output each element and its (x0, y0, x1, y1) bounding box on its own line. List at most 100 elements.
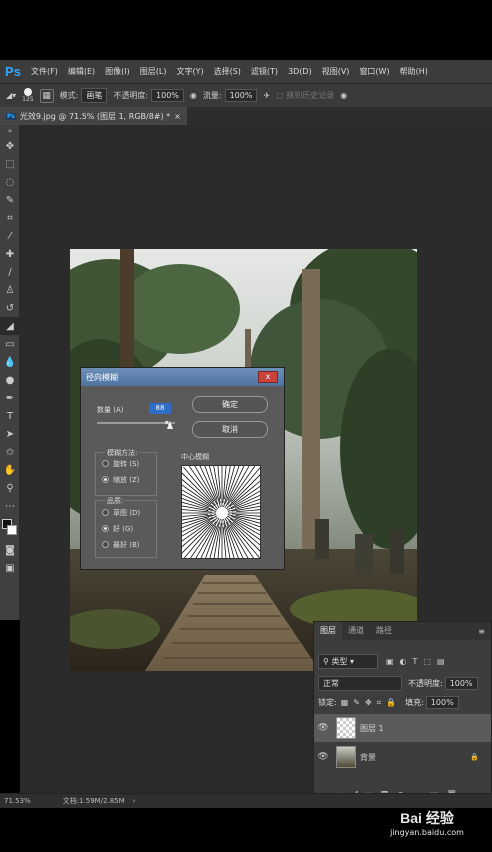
dialog-close-button[interactable]: x (258, 371, 278, 383)
document-tab[interactable]: Ps 光效9.jpg @ 71.5% (图层 1, RGB/8#) * × (0, 107, 187, 125)
lock-label: 锁定: (318, 698, 337, 707)
more-tools-icon[interactable]: ⋯ (0, 497, 20, 515)
history-brush-tool-icon[interactable]: ↺ (0, 299, 20, 317)
mode-label: 模式: (59, 91, 79, 100)
crop-tool-icon[interactable]: ⌗ (0, 209, 20, 227)
layer-row-background[interactable]: 👁 背景 🔒 (314, 743, 491, 771)
blur-ray (232, 521, 260, 546)
screen-mode-icon[interactable]: ▣ (0, 559, 20, 577)
layer-filter-icons[interactable]: ▣◐T⬚▤ (386, 657, 451, 666)
layer-opacity-input[interactable]: 100% (444, 677, 478, 690)
erase-to-history-checkbox[interactable]: ▢ 抹到历史记录 (276, 90, 334, 101)
method-zoom-radio[interactable] (102, 476, 109, 483)
fill-label: 填充: (405, 698, 424, 707)
opacity-input[interactable]: 100% (151, 89, 184, 102)
radial-blur-dialog: 径向模糊 x 数量 (A) 88 确定 取消 模糊方法: 旋转 (S) 缩放 (… (80, 367, 285, 570)
menu-edit[interactable]: 编辑(E) (63, 66, 100, 77)
baidu-jingyan-watermark: Bai 经验 jingyan.baidu.com (372, 808, 482, 846)
zoom-level[interactable]: 71.53% (4, 797, 31, 805)
quality-draft-radio[interactable] (102, 509, 109, 516)
background-color-swatch[interactable] (7, 525, 17, 535)
pressure-opacity-icon[interactable]: ◉ (190, 91, 197, 100)
menu-image[interactable]: 图像(I) (100, 66, 135, 77)
blend-row: 正常 不透明度: 100% (314, 676, 491, 691)
lasso-tool-icon[interactable]: ◌ (0, 173, 20, 191)
menu-file[interactable]: 文件(F) (26, 66, 63, 77)
menu-window[interactable]: 窗口(W) (354, 66, 394, 77)
method-spin-radio[interactable] (102, 460, 109, 467)
menu-layer[interactable]: 图层(L) (135, 66, 172, 77)
tab-layers[interactable]: 图层 (314, 622, 342, 640)
eyedropper-tool-icon[interactable]: ⁄ (0, 227, 20, 245)
healing-brush-tool-icon[interactable]: ✚ (0, 245, 20, 263)
status-bar: 71.53% 文档:1.59M/2.85M › (0, 793, 492, 808)
marquee-tool-icon[interactable]: ⬚ (0, 155, 20, 173)
blur-tool-icon[interactable]: 💧 (0, 353, 20, 371)
toolbar-collapse-icon[interactable]: » (0, 125, 20, 137)
document-tab-bar: Ps 光效9.jpg @ 71.5% (图层 1, RGB/8#) * × (0, 107, 492, 125)
hand-tool-icon[interactable]: ✋ (0, 461, 20, 479)
layers-panel-tabs: 图层 通道 路径 ≡ (314, 622, 491, 640)
flow-input[interactable]: 100% (224, 89, 258, 102)
pressure-size-icon[interactable]: ◉ (340, 91, 347, 100)
shape-tool-icon[interactable]: ✩ (0, 443, 20, 461)
blur-ray (229, 524, 254, 558)
cancel-button[interactable]: 取消 (192, 421, 268, 438)
clone-stamp-tool-icon[interactable]: ♙ (0, 281, 20, 299)
mouse-cursor-icon: ↖ (164, 419, 173, 430)
airbrush-icon[interactable]: ✈ (263, 91, 270, 100)
quality-good-label: 好 (G) (113, 525, 134, 533)
mode-select[interactable]: 画笔 (81, 88, 108, 103)
quick-mask-icon[interactable]: ◙ (0, 541, 20, 559)
amount-label: 数量 (A) (97, 406, 124, 414)
eraser-tool-button-icon[interactable]: ◢ (0, 317, 20, 335)
menu-select[interactable]: 选择(S) (209, 66, 246, 77)
layer-filter-select[interactable]: ⚲ 类型 ▾ (318, 654, 378, 669)
lock-row: 锁定: ▦✎✥⌗🔒 填充: 100% (314, 696, 491, 709)
visibility-eye-icon[interactable]: 👁 (314, 723, 332, 733)
brush-tool-icon[interactable]: ∕ (0, 263, 20, 281)
menu-filter[interactable]: 滤镜(T) (246, 66, 283, 77)
dodge-tool-icon[interactable]: ● (0, 371, 20, 389)
quality-draft-label: 草图 (D) (113, 509, 141, 517)
layer-name: 背景 (360, 752, 376, 762)
tab-paths[interactable]: 路径 (370, 622, 398, 640)
move-tool-icon[interactable]: ✥ (0, 137, 20, 155)
brush-panel-icon[interactable]: ▦ (39, 88, 54, 103)
quality-good-radio[interactable] (102, 525, 109, 532)
menu-help[interactable]: 帮助(H) (395, 66, 433, 77)
blur-center-preview[interactable] (181, 465, 261, 559)
fill-input[interactable]: 100% (425, 696, 459, 709)
document-tab-close[interactable]: × (174, 112, 181, 121)
ps-file-icon: Ps (6, 112, 16, 120)
brush-preset-picker[interactable]: 125 (22, 87, 34, 104)
tools-panel: » ✥ ⬚ ◌ ✎ ⌗ ⁄ ✚ ∕ ♙ ↺ ◢ ▭ 💧 ● ✒ T ➤ ✩ ✋ … (0, 125, 20, 620)
status-arrow-icon[interactable]: › (133, 797, 136, 805)
menu-view[interactable]: 视图(V) (317, 66, 355, 77)
path-select-tool-icon[interactable]: ➤ (0, 425, 20, 443)
type-tool-icon[interactable]: T (0, 407, 20, 425)
layer-thumbnail (336, 717, 356, 739)
color-swatches[interactable] (0, 515, 20, 541)
eraser-tool-icon[interactable]: ◢▾ (6, 91, 16, 100)
document-info[interactable]: 文档:1.59M/2.85M (63, 796, 125, 806)
gradient-tool-icon[interactable]: ▭ (0, 335, 20, 353)
tab-channels[interactable]: 通道 (342, 622, 370, 640)
blur-method-label: 模糊方法: (105, 448, 140, 458)
visibility-eye-icon[interactable]: 👁 (314, 752, 332, 762)
watermark-brand: Bai 经验 (400, 810, 454, 826)
amount-input[interactable]: 88 (149, 403, 171, 414)
dialog-title-bar[interactable]: 径向模糊 (81, 368, 284, 386)
zoom-tool-icon[interactable]: ⚲ (0, 479, 20, 497)
quality-best-radio[interactable] (102, 541, 109, 548)
quick-select-tool-icon[interactable]: ✎ (0, 191, 20, 209)
lock-icon: 🔒 (470, 753, 479, 761)
menu-3d[interactable]: 3D(D) (283, 67, 317, 76)
lock-icons[interactable]: ▦✎✥⌗🔒 (341, 698, 401, 708)
ok-button[interactable]: 确定 (192, 396, 268, 413)
menu-type[interactable]: 文字(Y) (171, 66, 208, 77)
panel-menu-icon[interactable]: ≡ (478, 627, 485, 636)
layer-row-layer1[interactable]: 👁 图层 1 (314, 714, 491, 742)
pen-tool-icon[interactable]: ✒ (0, 389, 20, 407)
blend-mode-select[interactable]: 正常 (318, 676, 402, 691)
